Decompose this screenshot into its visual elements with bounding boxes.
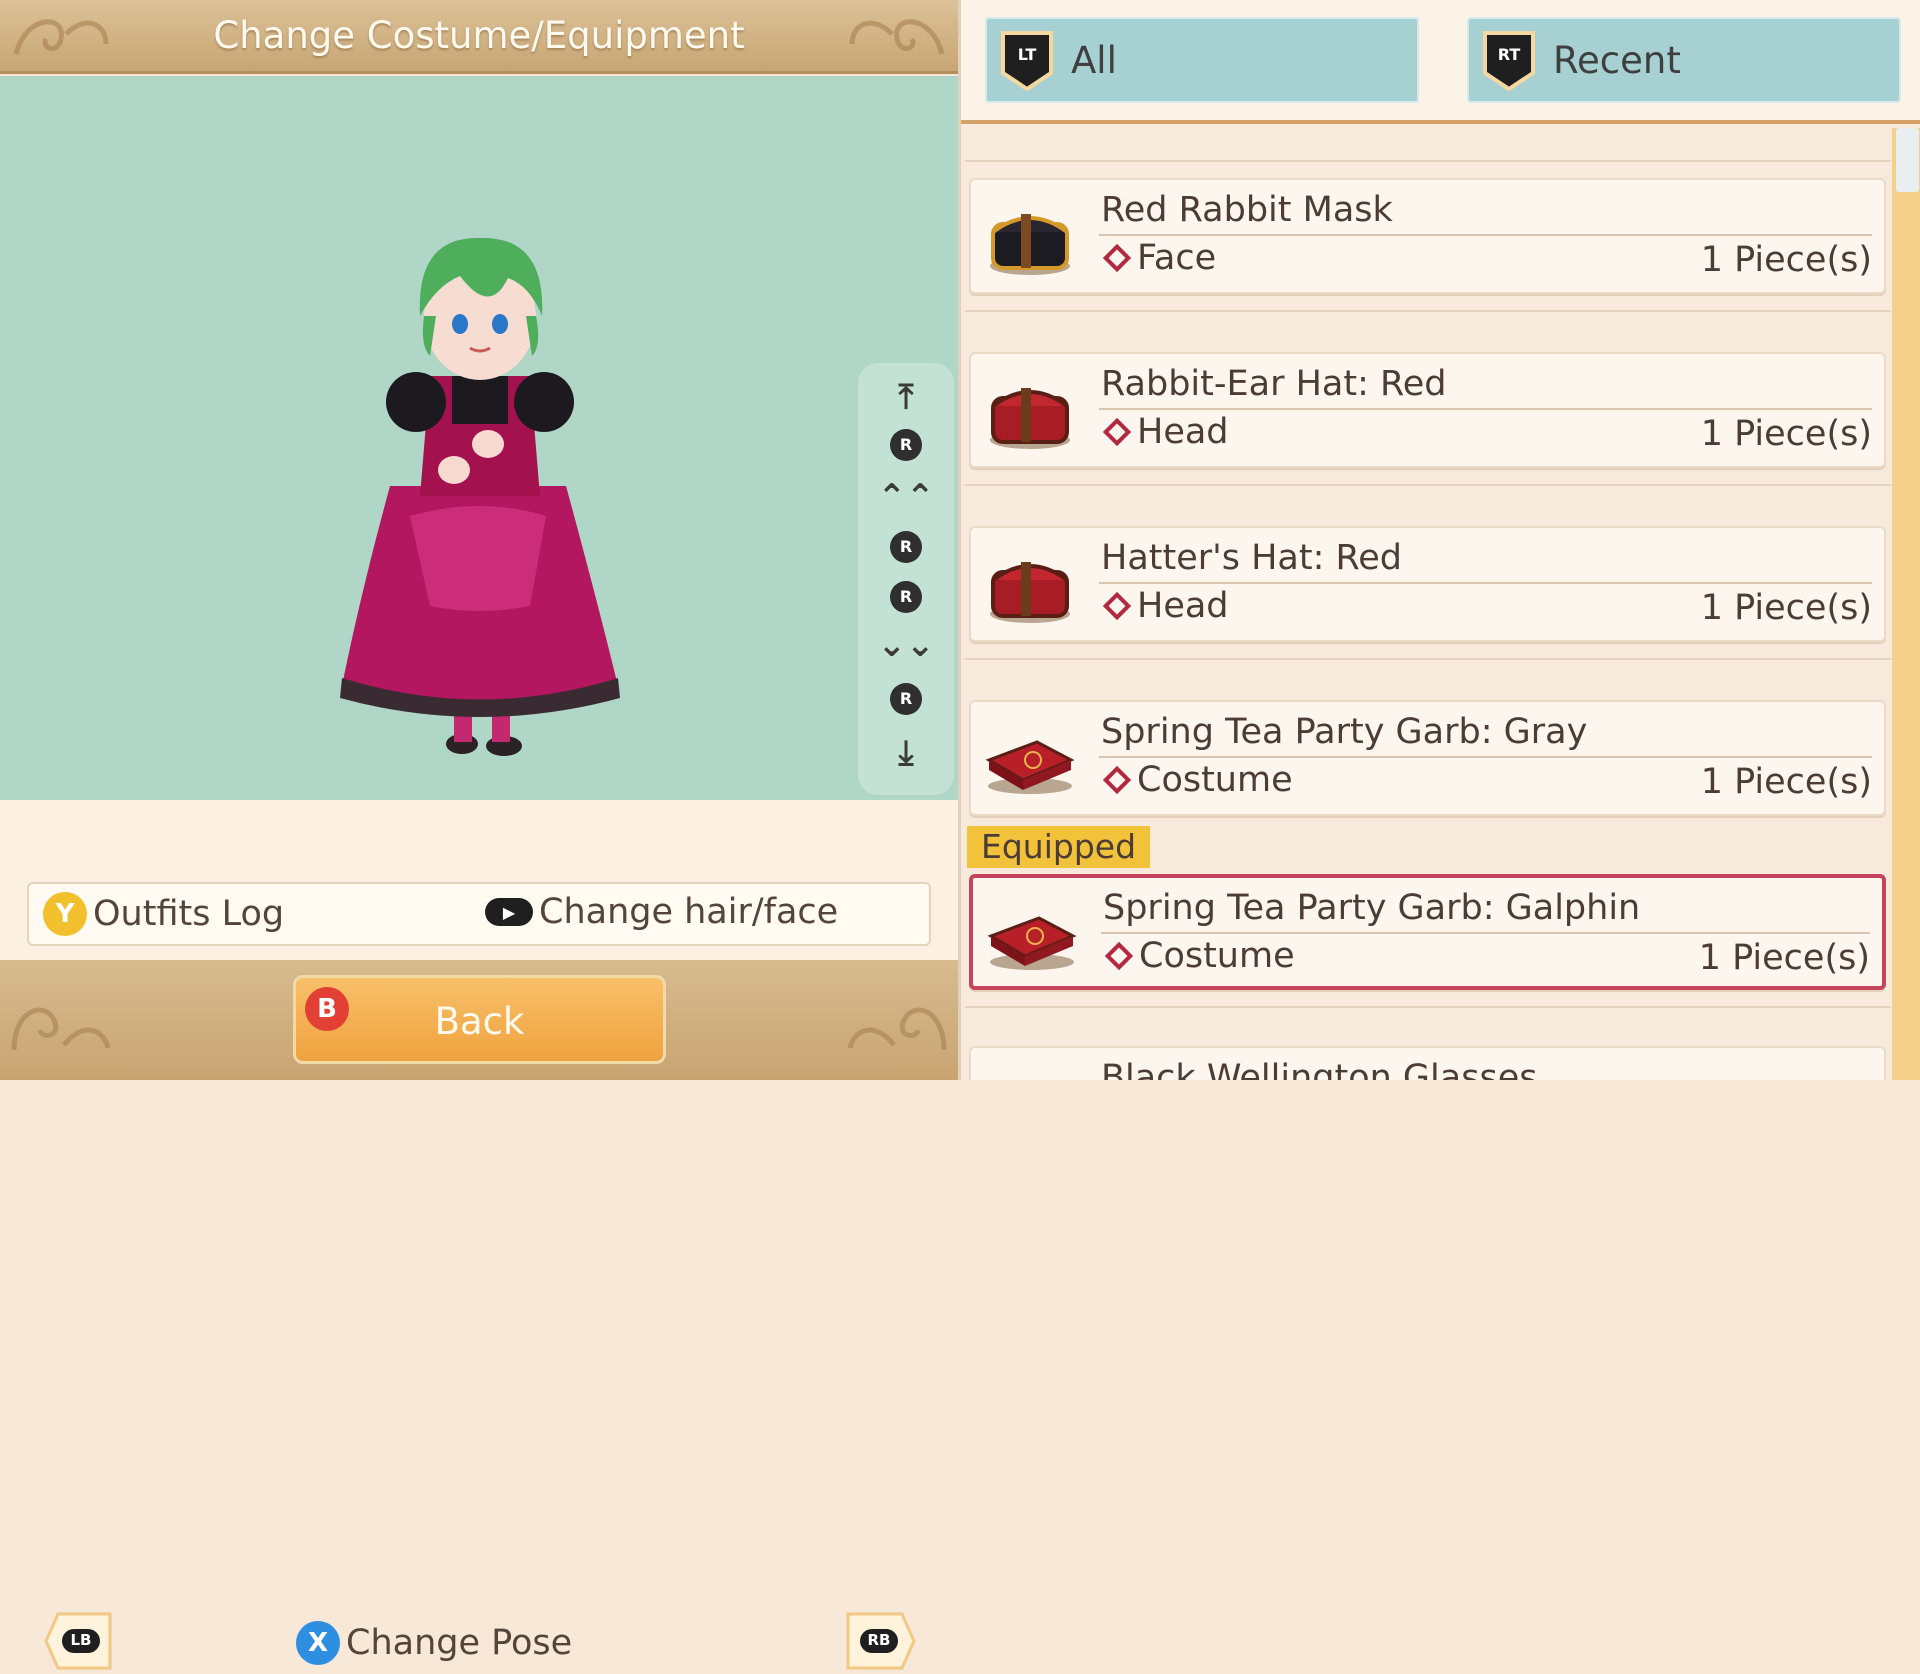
item-quantity: 1 Piece(s) — [1698, 938, 1870, 978]
filter-tabs: LT All RT Recent — [961, 0, 1920, 124]
r-stick-left-icon: R — [858, 531, 954, 563]
tab-recent-label: Recent — [1553, 39, 1681, 82]
diamond-icon — [1102, 591, 1132, 621]
r-stick-up-icon: R — [858, 429, 954, 461]
chest-icon — [990, 214, 1070, 275]
item-quantity: 1 Piece(s) — [1700, 414, 1872, 454]
r-stick-down-icon: R — [858, 683, 954, 715]
page-title: Change Costume/Equipment — [213, 14, 745, 57]
list-divider — [965, 128, 1891, 162]
list-item[interactable]: Spring Tea Party Garb: Gray Costume 1 Pi… — [969, 700, 1886, 816]
ornament-right — [849, 19, 945, 55]
equipped-badge: Equipped — [967, 826, 1151, 868]
list-item[interactable]: Rabbit-Ear Hat: Red Head 1 Piece(s) — [969, 352, 1886, 468]
list-item[interactable]: Hatter's Hat: Red Head 1 Piece(s) — [969, 526, 1886, 642]
list-divider — [965, 974, 1891, 1008]
control-hints: LB X Change Pose RB Y Outfits Log ▶ Chan… — [0, 800, 958, 1670]
right-stick-icon: ▶ — [485, 898, 533, 926]
list-item[interactable]: Red Rabbit Mask Face 1 Piece(s) — [969, 178, 1886, 294]
zoom-in-icon[interactable]: ⌃⌃ — [858, 477, 954, 517]
change-pose-hint[interactable]: X Change Pose — [296, 1618, 572, 1668]
list-item-equipped[interactable]: Spring Tea Party Garb: Galphin Costume 1… — [969, 874, 1886, 990]
preview-panel: Change Costume/Equipment ⤒ R ⌃⌃ R R ⌄⌄ R… — [0, 0, 958, 1670]
list-divider — [965, 452, 1891, 486]
list-divider — [965, 278, 1891, 312]
change-hair-face-label: Change hair/face — [539, 892, 839, 932]
back-label: Back — [434, 1000, 525, 1043]
r-stick-right-icon: R — [858, 581, 954, 613]
list-scrollbar[interactable] — [1892, 128, 1920, 1080]
tab-recent[interactable]: RT Recent — [1467, 17, 1901, 103]
item-category: Face — [1137, 238, 1217, 278]
item-name: Rabbit-Ear Hat: Red — [1101, 364, 1447, 404]
change-hair-face-hint[interactable]: ▶ Change hair/face — [485, 892, 838, 932]
item-name: Spring Tea Party Garb: Gray — [1101, 712, 1588, 752]
x-button-icon: X — [296, 1621, 340, 1665]
ornament-bottom-left — [11, 1007, 111, 1051]
zoom-out-icon[interactable]: ⌄⌄ — [858, 625, 954, 665]
outfits-log-label: Outfits Log — [93, 894, 285, 934]
back-button[interactable]: B Back — [293, 975, 666, 1064]
diamond-icon — [1104, 941, 1134, 971]
diamond-icon — [1102, 243, 1132, 273]
item-quantity: 1 Piece(s) — [1700, 588, 1872, 628]
chest-icon — [990, 388, 1070, 449]
item-name: Hatter's Hat: Red — [1101, 538, 1403, 578]
inventory-panel: LT All RT Recent Red Rabbit Mask Face 1 … — [958, 0, 1920, 1080]
item-name: Black Wellington Glasses — [1101, 1058, 1538, 1080]
item-category: Head — [1137, 586, 1229, 626]
tab-all[interactable]: LT All — [985, 17, 1419, 103]
item-quantity: 1 Piece(s) — [1700, 762, 1872, 802]
chest-icon — [990, 562, 1070, 623]
diamond-icon — [1102, 417, 1132, 447]
item-quantity: 1 Piece(s) — [1700, 240, 1872, 280]
outfits-log-hint[interactable]: Y Outfits Log — [43, 892, 284, 936]
item-name: Red Rabbit Mask — [1101, 190, 1393, 230]
item-category: Costume — [1139, 936, 1295, 976]
secondary-actions: Y Outfits Log ▶ Change hair/face — [27, 882, 931, 946]
item-list[interactable]: Red Rabbit Mask Face 1 Piece(s) Rabbit-E… — [961, 128, 1891, 1080]
character-model — [340, 237, 620, 756]
diamond-icon — [1102, 765, 1132, 795]
ornament-bottom-right — [847, 1007, 947, 1051]
y-button-icon: Y — [43, 892, 87, 936]
scroll-bottom-icon[interactable]: ⤓ — [858, 733, 954, 773]
panel-header: Change Costume/Equipment — [0, 0, 958, 74]
list-item[interactable]: Black Wellington Glasses — [969, 1046, 1886, 1080]
item-category: Costume — [1137, 760, 1293, 800]
rb-button[interactable]: RB — [846, 1612, 916, 1670]
character-stage[interactable]: ⤒ R ⌃⌃ R R ⌄⌄ R ⤓ — [0, 76, 958, 800]
flat-case-icon — [987, 916, 1077, 970]
tab-all-label: All — [1071, 39, 1117, 82]
flat-case-icon — [985, 740, 1075, 794]
scroll-top-icon[interactable]: ⤒ — [858, 377, 954, 417]
change-pose-label: Change Pose — [346, 1623, 573, 1663]
item-name: Spring Tea Party Garb: Galphin — [1103, 888, 1641, 928]
lb-button[interactable]: LB — [44, 1612, 114, 1670]
scroll-thumb[interactable] — [1896, 128, 1919, 192]
item-category: Head — [1137, 412, 1229, 452]
list-divider — [965, 626, 1891, 660]
camera-control-rail: ⤒ R ⌃⌃ R R ⌄⌄ R ⤓ — [858, 363, 954, 795]
